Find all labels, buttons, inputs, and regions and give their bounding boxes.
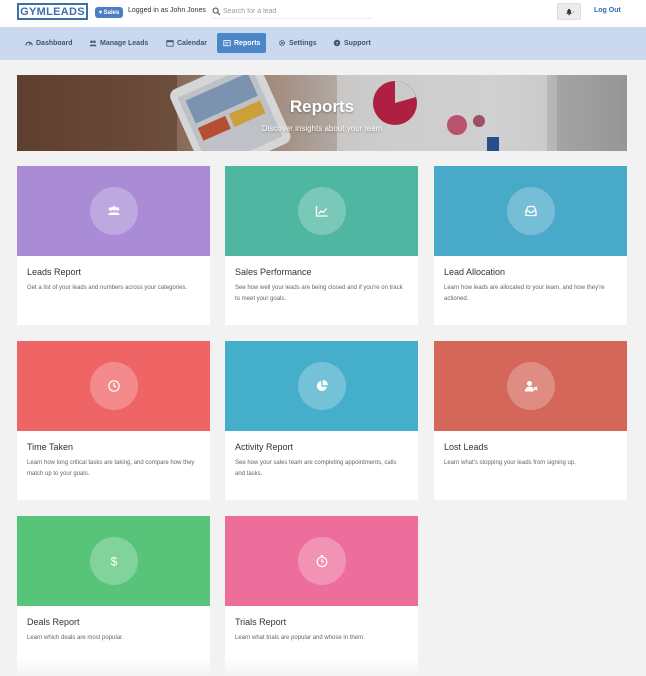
inbox-icon <box>524 205 537 217</box>
report-card-leads[interactable]: Leads Report Get a list of your leads an… <box>17 166 210 325</box>
card-header <box>434 341 627 431</box>
dollar-icon: $ <box>110 555 117 569</box>
card-title: Deals Report <box>27 617 80 627</box>
nav-reports[interactable]: Reports <box>217 33 267 53</box>
top-bar: GYMLEADS ▾ Sales Logged in as John Jones… <box>0 0 646 27</box>
svg-text:?: ? <box>336 41 339 47</box>
card-description: See how well your leads are being closed… <box>235 285 403 302</box>
card-header <box>17 341 210 431</box>
banner-subtitle: Discover insights about your team <box>261 124 383 133</box>
card-icon-circle: $ <box>89 537 138 585</box>
card-icon-circle <box>297 537 346 585</box>
nav-label: Reports <box>234 39 261 47</box>
card-description: Learn what's stopping your leads from si… <box>444 460 576 466</box>
line-chart-icon <box>315 206 327 217</box>
card-title: Activity Report <box>235 442 294 452</box>
nav-manage-leads[interactable]: Manage Leads <box>83 33 154 53</box>
report-card-time-taken[interactable]: Time Taken Learn how long critical tasks… <box>17 341 210 500</box>
role-dropdown[interactable]: ▾ Sales <box>95 7 124 18</box>
card-header <box>225 516 418 606</box>
lead-search[interactable] <box>212 5 372 19</box>
nav-label: Manage Leads <box>100 39 149 47</box>
calendar-icon <box>166 40 174 47</box>
report-card-lost-leads[interactable]: Lost Leads Learn what's stopping your le… <box>434 341 627 500</box>
clock-icon <box>107 380 120 392</box>
card-icon-circle <box>297 187 346 235</box>
report-card-activity[interactable]: Activity Report See how your sales team … <box>225 341 418 500</box>
card-header <box>17 166 210 256</box>
nav-dashboard[interactable]: Dashboard <box>19 33 79 53</box>
card-icon-circle <box>506 187 555 235</box>
gear-icon <box>278 39 286 47</box>
users-icon <box>107 206 120 215</box>
svg-text:$: $ <box>110 555 117 569</box>
card-description: Learn how long critical tasks are taking… <box>27 460 195 477</box>
dashboard-icon <box>25 41 33 46</box>
card-icon-circle <box>89 362 138 410</box>
card-description: Learn what trials are popular and whose … <box>235 635 365 641</box>
card-description: Get a list of your leads and numbers acr… <box>27 285 188 291</box>
card-header <box>225 341 418 431</box>
banner-title: Reports <box>289 97 355 116</box>
notifications-button[interactable] <box>557 3 581 20</box>
card-title: Lead Allocation <box>444 267 506 277</box>
card-header <box>225 166 418 256</box>
nav-settings[interactable]: Settings <box>272 33 323 53</box>
logout-link[interactable]: Log Out <box>594 7 621 14</box>
nav-label: Calendar <box>177 39 207 47</box>
card-header: $ <box>17 516 210 606</box>
card-title: Leads Report <box>27 267 82 277</box>
nav-calendar[interactable]: Calendar <box>160 33 213 53</box>
report-card-lead-allocation[interactable]: Lead Allocation Learn how leads are allo… <box>434 166 627 325</box>
nav-label: Dashboard <box>36 39 73 47</box>
nav-label: Support <box>344 39 371 47</box>
bell-icon <box>565 8 574 16</box>
reports-banner: Reports Discover insights about your tea… <box>17 75 627 151</box>
nav-label: Settings <box>289 39 317 47</box>
card-icon-circle <box>506 362 555 410</box>
card-title: Lost Leads <box>444 442 489 452</box>
report-card-sales-performance[interactable]: Sales Performance See how well your lead… <box>225 166 418 325</box>
card-description: Learn which deals are most popular. <box>27 635 124 641</box>
stopwatch-icon <box>316 555 327 568</box>
user-remove-icon <box>524 381 538 392</box>
pie-chart-icon <box>316 379 328 391</box>
logged-in-text: Logged in as John Jones <box>128 7 206 14</box>
card-icon-circle <box>297 362 346 410</box>
card-title: Sales Performance <box>235 267 312 277</box>
card-title: Trials Report <box>235 617 287 627</box>
card-description: Learn how leads are allocated to your te… <box>444 285 605 302</box>
search-icon <box>212 7 221 16</box>
help-icon: ? <box>333 39 341 47</box>
gymleads-logo[interactable]: GYMLEADS <box>17 3 88 20</box>
report-card-trials[interactable]: Trials Report Learn what trials are popu… <box>225 516 418 675</box>
users-icon <box>89 40 97 47</box>
report-card-deals[interactable]: $ Deals Report Learn which deals are mos… <box>17 516 210 675</box>
card-description: See how your sales team are completing a… <box>235 460 397 477</box>
search-input[interactable] <box>223 8 363 15</box>
nav-support[interactable]: ? Support <box>327 33 377 53</box>
main-nav: Dashboard Manage Leads Calendar Reports … <box>0 27 646 60</box>
reports-icon <box>223 40 231 47</box>
card-header <box>434 166 627 256</box>
card-title: Time Taken <box>27 442 74 452</box>
card-icon-circle <box>89 187 138 235</box>
